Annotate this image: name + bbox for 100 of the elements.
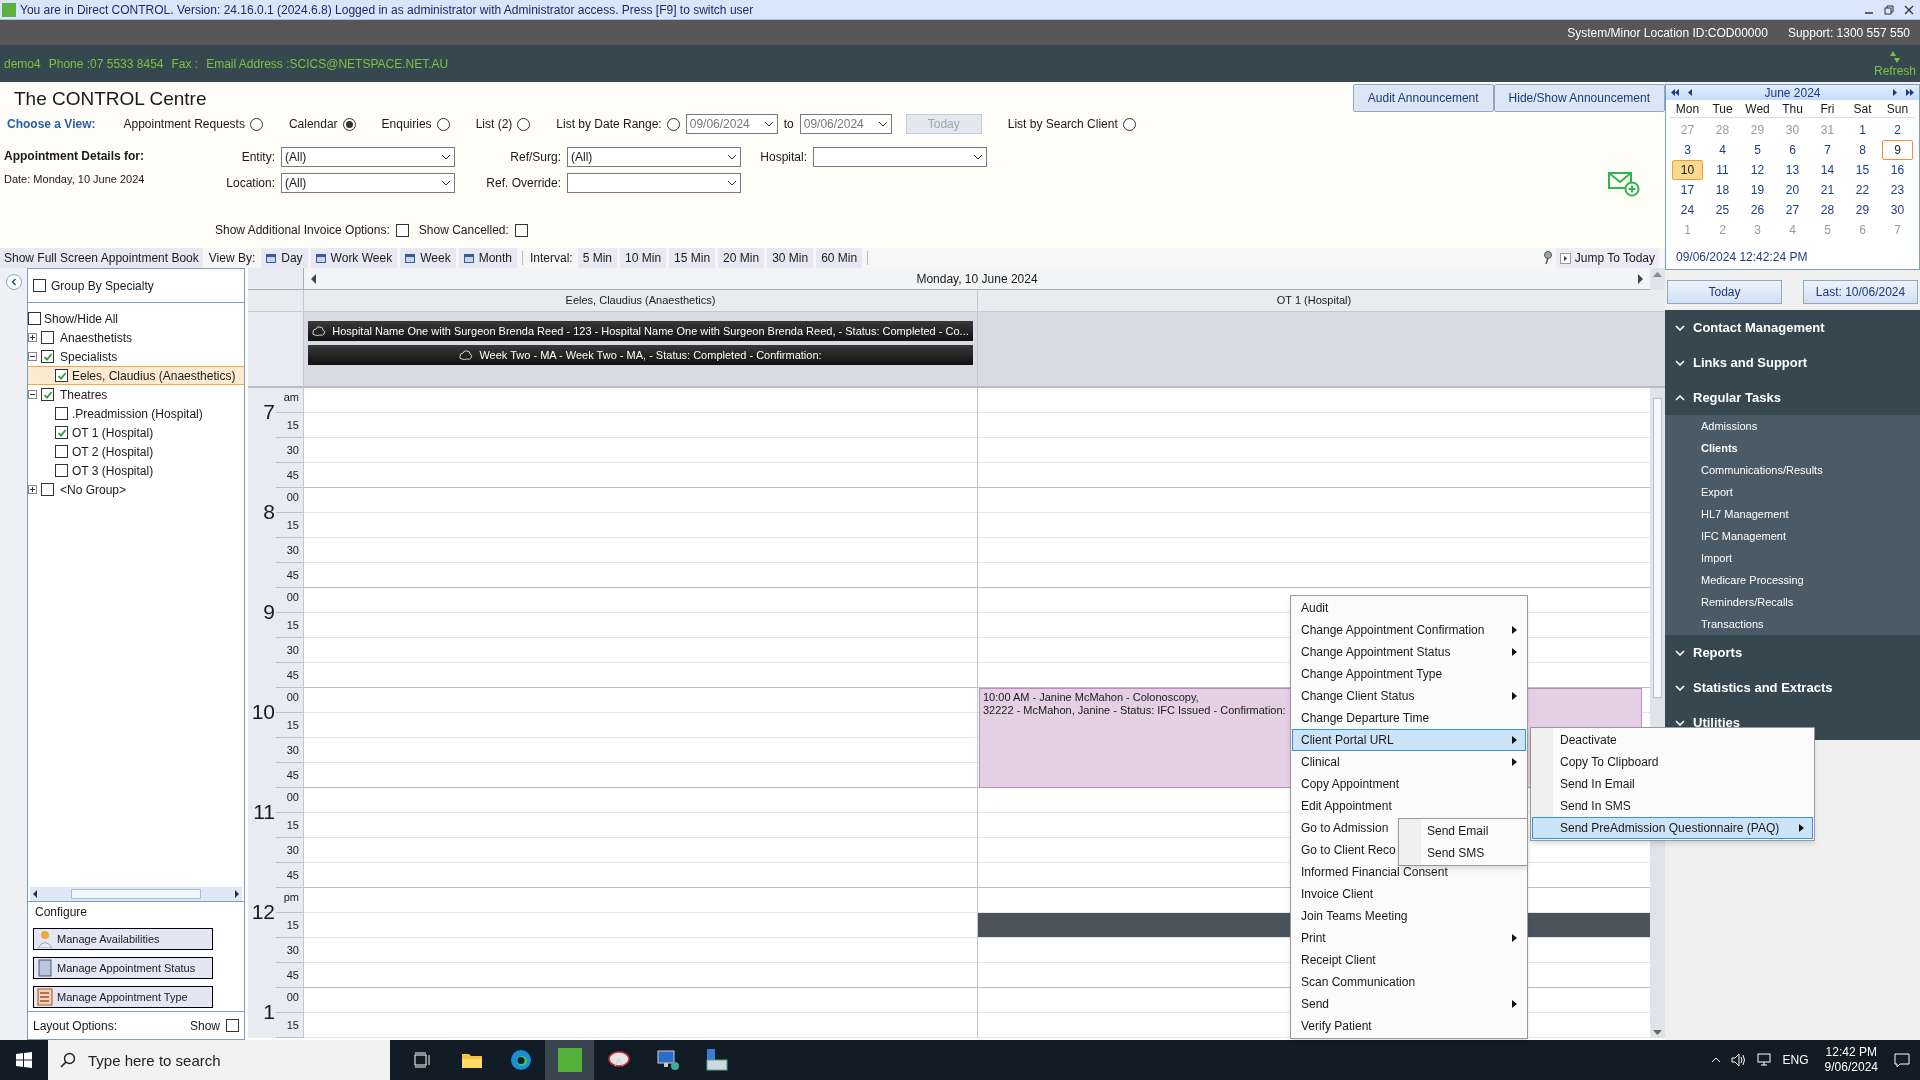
announcement-button[interactable]: Hide/Show Announcement [1493, 84, 1665, 112]
configure-button[interactable]: Manage Appointment Status [33, 957, 213, 979]
filter-dropdown[interactable]: (All) [567, 147, 741, 167]
checkbox[interactable] [33, 279, 46, 292]
radio-button[interactable] [436, 117, 450, 131]
calendar-button[interactable]: Today [1667, 280, 1782, 304]
checkbox[interactable] [55, 464, 68, 477]
nav-link[interactable]: IFC Management [1665, 525, 1920, 547]
menu-item[interactable]: Invoice Client [1292, 883, 1526, 905]
nav-link[interactable]: Transactions [1665, 613, 1920, 635]
menu-item[interactable]: Edit Appointment [1292, 795, 1526, 817]
scroll-down-icon[interactable] [1653, 1030, 1662, 1036]
previous-month-button[interactable] [1688, 89, 1693, 96]
next-year-button[interactable] [1905, 89, 1915, 96]
accordion-header[interactable]: Links and Support [1665, 345, 1920, 380]
calendar-day[interactable]: 7 [1812, 140, 1843, 160]
calendar-day[interactable]: 3 [1672, 140, 1703, 160]
checkbox[interactable] [55, 445, 68, 458]
previous-year-button[interactable] [1670, 89, 1680, 96]
view-button[interactable]: Day [261, 248, 308, 268]
filter-dropdown[interactable] [567, 173, 741, 193]
calendar-day[interactable]: 30 [1882, 200, 1913, 220]
calendar-day[interactable]: 5 [1742, 140, 1773, 160]
next-month-button[interactable] [1892, 89, 1897, 96]
folder-icon[interactable] [460, 1051, 483, 1069]
horizontal-scrollbar[interactable] [30, 887, 242, 901]
speaker-icon[interactable] [1730, 1053, 1747, 1067]
network-icon[interactable] [1756, 1053, 1773, 1067]
checkbox[interactable] [55, 407, 68, 420]
tree-item[interactable]: Specialists [58, 347, 120, 366]
nav-link[interactable]: Communications/Results [1665, 459, 1920, 481]
tree-item[interactable]: .Preadmission (Hospital) [72, 404, 203, 423]
calendar-day[interactable]: 12 [1742, 160, 1773, 180]
calendar-day[interactable]: 27 [1777, 200, 1808, 220]
jump-to-today-button[interactable]: Jump To Today [1555, 248, 1659, 268]
menu-item[interactable]: Change Appointment Type [1292, 663, 1526, 685]
nav-link[interactable]: Reminders/Recalls [1665, 591, 1920, 613]
filter-dropdown[interactable]: (All) [281, 147, 455, 167]
expand-toggle-icon[interactable] [28, 485, 37, 494]
all-day-event[interactable]: Week Two - MA - Week Two - MA, - Status: Completed - Confirmation: [308, 345, 973, 365]
menu-item[interactable]: Print [1292, 927, 1526, 949]
checkbox[interactable] [41, 483, 54, 496]
radio-button[interactable] [249, 117, 263, 131]
calendar-day[interactable]: 18 [1707, 180, 1738, 200]
menu-item[interactable]: Copy Appointment [1292, 773, 1526, 795]
calendar-day[interactable]: 24 [1672, 200, 1703, 220]
tree-item[interactable]: <No Group> [58, 480, 129, 499]
calendar-day[interactable]: 15 [1847, 160, 1878, 180]
view-button[interactable]: Week [400, 248, 456, 268]
filter-dropdown[interactable]: (All) [281, 173, 455, 193]
language-indicator[interactable]: ENG [1782, 1051, 1809, 1069]
task-view-icon[interactable] [413, 1052, 432, 1068]
calendar-day[interactable]: 14 [1812, 160, 1843, 180]
checkbox[interactable] [28, 312, 41, 325]
radio-button[interactable] [666, 117, 680, 131]
checkbox[interactable] [41, 388, 54, 401]
tree-item[interactable]: Theatres [58, 385, 110, 404]
menu-item[interactable]: Send Email [1399, 820, 1527, 842]
collapse-toggle-icon[interactable] [28, 352, 37, 361]
menu-item[interactable]: Send In SMS [1532, 795, 1813, 817]
checkbox[interactable] [41, 331, 54, 344]
calendar-day[interactable]: 11 [1707, 160, 1738, 180]
tree-item[interactable]: Show/Hide All [44, 309, 119, 328]
calendar-day[interactable]: 23 [1882, 180, 1913, 200]
envelope-add-icon[interactable] [1608, 170, 1640, 198]
windows-start-button[interactable] [16, 1052, 32, 1068]
tree-item[interactable]: OT 3 (Hospital) [72, 461, 154, 480]
menu-item[interactable]: Change Client Status [1292, 685, 1526, 707]
accordion-header[interactable]: Contact Management [1665, 310, 1920, 345]
tree-item[interactable]: OT 1 (Hospital) [72, 423, 154, 442]
calendar-day[interactable]: 2 [1882, 120, 1913, 140]
menu-item[interactable]: Client Portal URL [1292, 729, 1526, 751]
announcement-button[interactable]: Audit Announcement [1352, 84, 1494, 112]
interval-button[interactable]: 60 Min [816, 248, 863, 268]
browser-icon[interactable] [509, 1049, 532, 1071]
calendar-day[interactable]: 8 [1847, 140, 1878, 160]
calendar-day[interactable]: 20 [1777, 180, 1808, 200]
calendar-day[interactable]: 13 [1777, 160, 1808, 180]
checkbox[interactable] [395, 223, 409, 237]
calendar-day[interactable]: 19 [1742, 180, 1773, 200]
date-field[interactable]: 09/06/2024 [799, 114, 892, 134]
scroll-up-icon[interactable] [1650, 268, 1665, 290]
nav-link[interactable]: Admissions [1665, 415, 1920, 437]
checkbox[interactable] [41, 350, 54, 363]
view-button[interactable]: Work Week [310, 248, 398, 268]
calendar-day[interactable]: 16 [1882, 160, 1913, 180]
chevron-up-icon[interactable] [1710, 1057, 1721, 1063]
calendar-day[interactable]: 29 [1847, 200, 1878, 220]
menu-item[interactable]: Send In Email [1532, 773, 1813, 795]
nav-link[interactable]: Export [1665, 481, 1920, 503]
interval-button[interactable]: 30 Min [767, 248, 814, 268]
calendar-day[interactable]: 9 [1882, 140, 1913, 160]
checkbox[interactable] [226, 1019, 239, 1032]
accordion-header[interactable]: Statistics and Extracts [1665, 670, 1920, 705]
refresh-button[interactable]: Refresh [1873, 49, 1916, 78]
interval-button[interactable]: 10 Min [620, 248, 667, 268]
menu-item[interactable]: Clinical [1292, 751, 1526, 773]
calendar-day[interactable]: 1 [1847, 120, 1878, 140]
calendar-day[interactable]: 25 [1707, 200, 1738, 220]
search-field[interactable]: Type here to search [48, 1040, 390, 1080]
